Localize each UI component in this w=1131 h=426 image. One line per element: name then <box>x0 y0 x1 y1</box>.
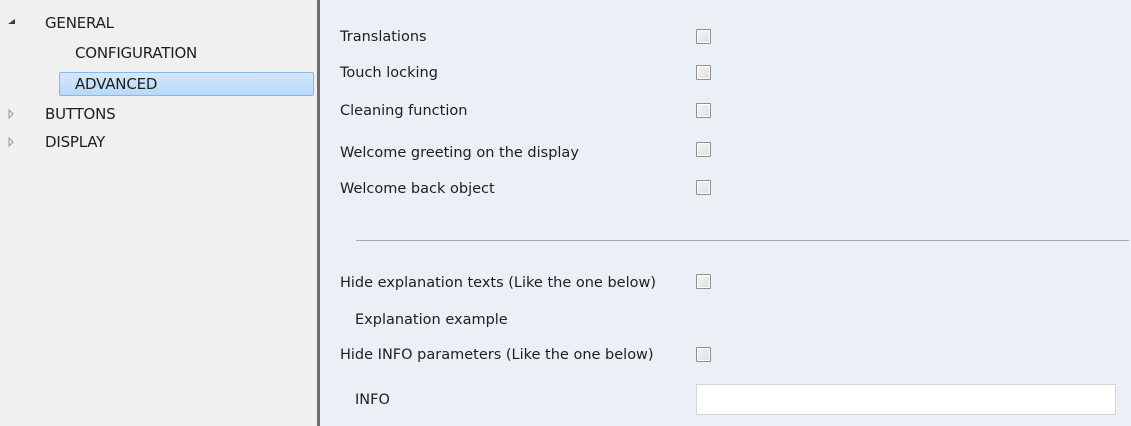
section-divider <box>356 240 1129 241</box>
expanded-triangle-icon[interactable] <box>0 12 20 34</box>
tree-item-advanced[interactable]: ADVANCED <box>0 71 317 98</box>
tree-item-label: CONFIGURATION <box>75 44 198 62</box>
param-label-welcome-back-object: Welcome back object <box>340 181 495 197</box>
checkbox-hide-info[interactable] <box>696 347 711 362</box>
param-label-translations: Translations <box>340 29 427 45</box>
param-label-hide-info: Hide INFO parameters (Like the one below… <box>340 347 654 363</box>
checkbox-translations[interactable] <box>696 29 711 44</box>
checkbox-welcome-back-object[interactable] <box>696 180 711 195</box>
collapsed-triangle-icon[interactable] <box>0 131 20 153</box>
navigation-tree: GENERAL CONFIGURATION ADVANCED BUTTONS D… <box>0 0 317 426</box>
param-label-hide-explanation: Hide explanation texts (Like the one bel… <box>340 275 656 291</box>
param-label-cleaning-function: Cleaning function <box>340 103 468 119</box>
param-label-touch-locking: Touch locking <box>340 65 438 81</box>
explanation-example-text: Explanation example <box>355 312 508 328</box>
tree-item-display[interactable]: DISPLAY <box>0 131 317 153</box>
tree-item-label: ADVANCED <box>75 75 158 93</box>
info-text-field[interactable] <box>696 384 1116 415</box>
tree-item-buttons[interactable]: BUTTONS <box>0 103 317 125</box>
checkbox-cleaning-function[interactable] <box>696 103 711 118</box>
checkbox-hide-explanation[interactable] <box>696 274 711 289</box>
tree-item-label: BUTTONS <box>45 105 116 123</box>
checkbox-touch-locking[interactable] <box>696 65 711 80</box>
param-label-info: INFO <box>355 392 390 408</box>
checkbox-welcome-greeting[interactable] <box>696 142 711 157</box>
tree-item-general[interactable]: GENERAL <box>0 12 317 34</box>
parameter-panel: Translations Touch locking Cleaning func… <box>320 0 1131 426</box>
tree-item-label: GENERAL <box>45 14 114 32</box>
param-label-welcome-greeting: Welcome greeting on the display <box>340 145 579 161</box>
tree-item-configuration[interactable]: CONFIGURATION <box>0 42 317 64</box>
collapsed-triangle-icon[interactable] <box>0 103 20 125</box>
tree-item-label: DISPLAY <box>45 133 106 151</box>
